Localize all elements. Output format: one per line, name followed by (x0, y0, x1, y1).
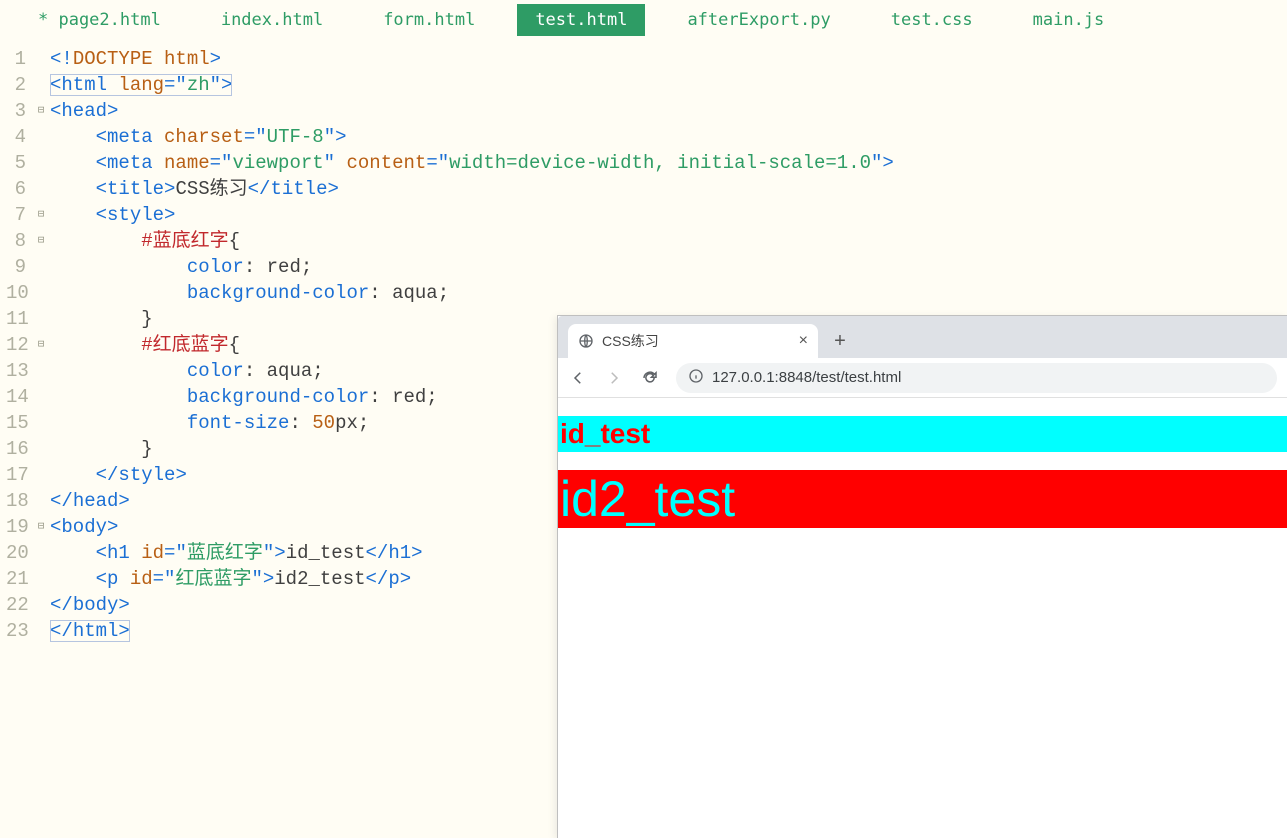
browser-toolbar: 127.0.0.1:8848/test/test.html (558, 358, 1287, 398)
fold-marker (34, 462, 48, 488)
fold-marker[interactable]: ⊟ (34, 332, 48, 358)
line-number: 23 (6, 618, 26, 644)
line-number: 18 (6, 488, 26, 514)
fold-marker[interactable]: ⊟ (34, 202, 48, 228)
browser-viewport[interactable]: id_test id2_test (558, 416, 1287, 528)
fold-marker (34, 150, 48, 176)
rendered-p: id2_test (558, 470, 1287, 528)
line-number: 6 (6, 176, 26, 202)
line-number: 11 (6, 306, 26, 332)
fold-marker (34, 72, 48, 98)
line-number: 13 (6, 358, 26, 384)
line-number: 14 (6, 384, 26, 410)
fold-marker (34, 540, 48, 566)
line-number: 22 (6, 592, 26, 618)
line-number: 15 (6, 410, 26, 436)
line-number: 5 (6, 150, 26, 176)
fold-marker (34, 176, 48, 202)
line-number: 1 (6, 46, 26, 72)
line-number: 16 (6, 436, 26, 462)
browser-window: CSS练习 × + 127.0.0.1:8848/test/test.html … (557, 315, 1287, 838)
fold-marker (34, 410, 48, 436)
fold-gutter: ⊟⊟⊟⊟⊟ (34, 46, 48, 644)
line-number: 8 (6, 228, 26, 254)
close-tab-icon[interactable]: × (799, 332, 808, 350)
forward-button[interactable] (604, 368, 624, 388)
site-info-icon[interactable] (688, 368, 704, 387)
fold-marker (34, 254, 48, 280)
fold-marker (34, 384, 48, 410)
line-number: 10 (6, 280, 26, 306)
fold-marker (34, 306, 48, 332)
line-number: 17 (6, 462, 26, 488)
rendered-h1: id_test (558, 416, 1287, 452)
browser-tab-title: CSS练习 (602, 331, 791, 351)
line-number: 7 (6, 202, 26, 228)
fold-marker (34, 618, 48, 644)
back-button[interactable] (568, 368, 588, 388)
fold-marker (34, 358, 48, 384)
reload-button[interactable] (640, 368, 660, 388)
fold-marker[interactable]: ⊟ (34, 514, 48, 540)
globe-icon (578, 333, 594, 349)
fold-marker[interactable]: ⊟ (34, 228, 48, 254)
line-number-gutter: 1234567891011121314151617181920212223 (0, 46, 34, 644)
browser-tabstrip: CSS练习 × + (558, 316, 1287, 358)
editor-tabbar: * page2.html index.html form.html test.h… (0, 0, 1287, 40)
fold-marker (34, 488, 48, 514)
address-text: 127.0.0.1:8848/test/test.html (712, 369, 901, 386)
tab-form[interactable]: form.html (365, 4, 493, 36)
tab-mainjs[interactable]: main.js (1015, 4, 1123, 36)
fold-marker (34, 46, 48, 72)
fold-marker (34, 592, 48, 618)
line-number: 12 (6, 332, 26, 358)
fold-marker (34, 436, 48, 462)
tab-testcss[interactable]: test.css (873, 4, 991, 36)
fold-marker (34, 124, 48, 150)
fold-marker (34, 280, 48, 306)
address-bar[interactable]: 127.0.0.1:8848/test/test.html (676, 363, 1277, 393)
line-number: 3 (6, 98, 26, 124)
tab-page2[interactable]: * page2.html (20, 4, 179, 36)
line-number: 21 (6, 566, 26, 592)
fold-marker[interactable]: ⊟ (34, 98, 48, 124)
line-number: 4 (6, 124, 26, 150)
tab-test[interactable]: test.html (517, 4, 645, 36)
fold-marker (34, 566, 48, 592)
tab-afterexport[interactable]: afterExport.py (669, 4, 848, 36)
tab-index[interactable]: index.html (203, 4, 341, 36)
browser-tab[interactable]: CSS练习 × (568, 324, 818, 358)
line-number: 2 (6, 72, 26, 98)
new-tab-button[interactable]: + (826, 327, 854, 355)
line-number: 19 (6, 514, 26, 540)
line-number: 9 (6, 254, 26, 280)
line-number: 20 (6, 540, 26, 566)
